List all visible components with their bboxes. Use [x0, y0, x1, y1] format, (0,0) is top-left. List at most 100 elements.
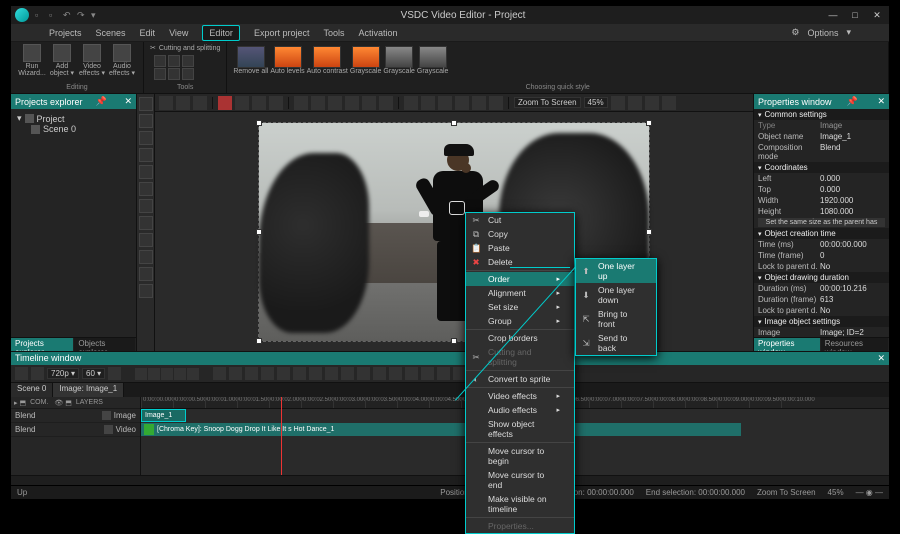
audio-effects-button[interactable]: Audio effects ▾ [107, 44, 137, 77]
ctx-cursor-begin[interactable]: Move cursor to begin [466, 444, 574, 468]
menu-scenes[interactable]: Scenes [96, 28, 126, 38]
tool-icon[interactable] [168, 68, 180, 80]
menu-editor[interactable]: Editor [202, 25, 240, 41]
tl-button[interactable] [437, 367, 450, 380]
panel-pin-icon[interactable]: 📌 [847, 96, 858, 107]
tab-properties-window[interactable]: Properties window [754, 338, 821, 351]
tb-button[interactable] [345, 96, 359, 110]
tl-button[interactable] [15, 367, 28, 380]
section-image-settings[interactable]: Image object settings [754, 316, 889, 327]
resize-handle[interactable] [451, 338, 457, 344]
tl-button[interactable] [31, 367, 44, 380]
tl-button[interactable] [277, 367, 290, 380]
object-name-value[interactable]: Image_1 [820, 132, 885, 141]
ctx-make-visible[interactable]: Make visible on timeline [466, 492, 574, 516]
tl-button[interactable] [389, 367, 402, 380]
resize-handle[interactable] [256, 229, 262, 235]
ctx-set-size[interactable]: Set size▸ [466, 300, 574, 314]
side-tool-icon[interactable] [139, 284, 153, 298]
style-grayscale-1[interactable]: Grayscale [350, 46, 382, 75]
play-prev-icon[interactable] [148, 368, 160, 380]
tb-button[interactable] [379, 96, 393, 110]
ctx-convert-sprite[interactable]: ◐Convert to sprite [466, 372, 574, 386]
zoom-mode-select[interactable]: Zoom To Screen [514, 97, 581, 108]
play-first-icon[interactable] [135, 368, 147, 380]
track-video[interactable]: BlendVideo [11, 423, 140, 437]
ctx-group[interactable]: Group▸ [466, 314, 574, 328]
tb-button[interactable] [489, 96, 503, 110]
side-tool-icon[interactable] [139, 97, 153, 111]
play-icon[interactable] [161, 368, 173, 380]
tree-scene-0[interactable]: Scene 0 [17, 124, 130, 134]
panel-close-icon[interactable]: ✕ [124, 96, 132, 107]
tl-button[interactable] [309, 367, 322, 380]
ctx-video-effects[interactable]: Video effects▸ [466, 389, 574, 403]
tl-button[interactable] [293, 367, 306, 380]
menu-tools[interactable]: Tools [323, 28, 344, 38]
timeline-tab-image[interactable]: Image: Image_1 [53, 383, 124, 397]
tb-button[interactable] [455, 96, 469, 110]
timeline-tab-scene[interactable]: Scene 0 [11, 383, 53, 397]
order-one-layer-up[interactable]: ⬆One layer up [576, 259, 656, 283]
style-auto-contrast[interactable]: Auto contrast [307, 46, 348, 75]
add-object-button[interactable]: Add object ▾ [47, 44, 77, 77]
tl-button[interactable] [213, 367, 226, 380]
tl-button[interactable] [229, 367, 242, 380]
clip-image[interactable]: Image_1 [141, 409, 186, 422]
tl-fps-select[interactable]: 60 ▾ [82, 368, 105, 379]
side-tool-icon[interactable] [139, 216, 153, 230]
side-tool-icon[interactable] [139, 250, 153, 264]
tb-button[interactable] [269, 96, 283, 110]
tb-button[interactable] [421, 96, 435, 110]
set-parent-size-button[interactable]: Set the same size as the parent has [758, 218, 885, 227]
tl-button[interactable] [421, 367, 434, 380]
style-auto-levels[interactable]: Auto levels [270, 46, 304, 75]
side-tool-icon[interactable] [139, 182, 153, 196]
status-zoom-slider[interactable]: — ◉ — [856, 488, 883, 497]
tab-objects-explorer[interactable]: Objects explorer [74, 338, 136, 351]
maximize-button[interactable]: □ [847, 10, 863, 21]
order-bring-front[interactable]: ⇱Bring to front [576, 307, 656, 331]
resize-handle[interactable] [646, 120, 652, 126]
options-label[interactable]: Options [807, 28, 838, 38]
tb-button[interactable] [628, 96, 642, 110]
side-tool-icon[interactable] [139, 165, 153, 179]
zoom-pct-select[interactable]: 45% [584, 97, 608, 108]
ctx-audio-effects[interactable]: Audio effects▸ [466, 403, 574, 417]
tool-icon[interactable] [182, 55, 194, 67]
tb-button[interactable] [311, 96, 325, 110]
ctx-paste[interactable]: 📋Paste [466, 241, 574, 255]
timeline-scrollbar[interactable] [11, 475, 889, 485]
ctx-cut[interactable]: ✂Cut [466, 213, 574, 227]
side-tool-icon[interactable] [139, 131, 153, 145]
ctx-copy[interactable]: ⧉Copy [466, 227, 574, 241]
tab-resources-window[interactable]: Resources window [821, 338, 889, 351]
tree-project[interactable]: ▾Project [17, 113, 130, 124]
run-wizard-button[interactable]: Run Wizard... [17, 44, 47, 77]
tl-button[interactable] [341, 367, 354, 380]
tl-res-select[interactable]: 720p ▾ [47, 368, 79, 379]
tool-icon[interactable] [168, 55, 180, 67]
menu-edit[interactable]: Edit [140, 28, 156, 38]
tb-delete-icon[interactable] [218, 96, 232, 110]
options-dropdown-icon[interactable]: ▾ [846, 27, 851, 38]
tl-button[interactable] [245, 367, 258, 380]
options-gear-icon[interactable]: ⚙ [791, 27, 799, 38]
tb-button[interactable] [438, 96, 452, 110]
tab-projects-explorer[interactable]: Projects explorer [11, 338, 74, 351]
tb-button[interactable] [159, 96, 173, 110]
video-effects-button[interactable]: Video effects ▾ [77, 44, 107, 77]
tl-button[interactable] [405, 367, 418, 380]
tb-button[interactable] [193, 96, 207, 110]
side-tool-icon[interactable] [139, 199, 153, 213]
preview-canvas[interactable] [155, 112, 753, 351]
qat-new-icon[interactable]: ▫ [35, 10, 45, 20]
ctx-show-effects[interactable]: Show object effects [466, 417, 574, 441]
ctx-order[interactable]: Order▸ [466, 272, 574, 286]
side-tool-icon[interactable] [139, 148, 153, 162]
resize-handle[interactable] [646, 229, 652, 235]
play-next-icon[interactable] [174, 368, 186, 380]
clip-chroma-key[interactable]: [Chroma Key]: Snoop Dogg Drop It Like It… [141, 423, 741, 436]
tb-button[interactable] [294, 96, 308, 110]
resize-handle[interactable] [256, 338, 262, 344]
